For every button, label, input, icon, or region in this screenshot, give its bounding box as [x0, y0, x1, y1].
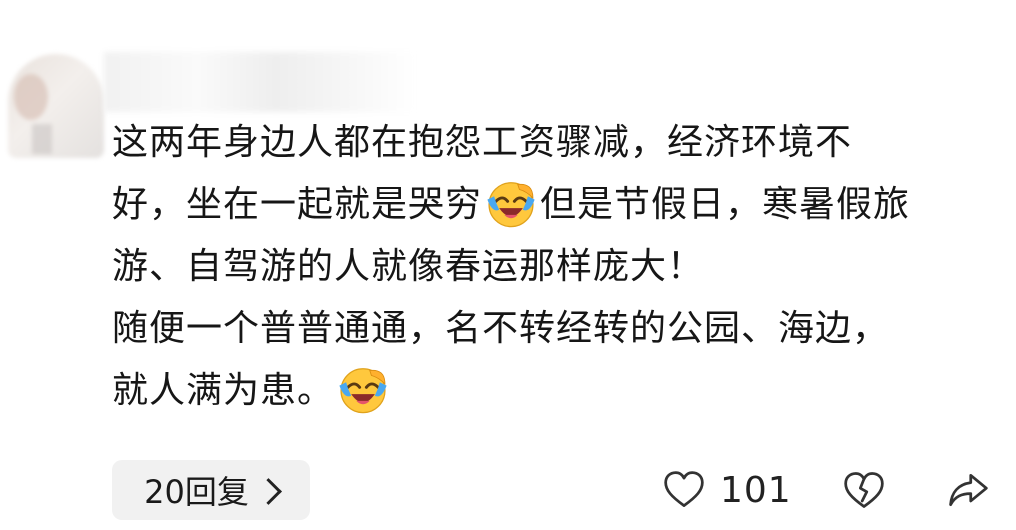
chevron-right-icon	[254, 477, 282, 505]
view-replies-button[interactable]: 20回复	[112, 460, 310, 520]
comment-text-segment: 这两年身边人都在抱怨工资骤减，经济环境不	[112, 122, 853, 163]
comment-text-segment: 就人满为患。	[112, 370, 335, 411]
laughing-tears-emoji-icon	[339, 368, 387, 414]
comment-text-segment: 游、自驾游的人就像春运那样庞大！	[112, 246, 705, 287]
like-button[interactable]: 101	[662, 466, 792, 514]
comment-card: 这两年身边人都在抱怨工资骤减，经济环境不 好，坐在一起就是哭穷 但是节假日，寒暑…	[0, 0, 1016, 530]
broken-heart-icon[interactable]	[842, 468, 886, 512]
share-arrow-icon[interactable]	[946, 468, 990, 512]
comment-text-segment: 随便一个普普通通，名不转经转的公园、海边，	[112, 308, 890, 349]
comment-line-1: 这两年身边人都在抱怨工资骤减，经济环境不	[112, 112, 992, 174]
comment-text-segment: 好，坐在一起就是哭穷	[112, 184, 483, 225]
comment-action-bar: 20回复 101	[112, 460, 992, 520]
comment-line-5: 就人满为患。	[112, 360, 992, 422]
reply-count-label: 20回复	[144, 473, 249, 511]
heart-outline-icon	[664, 471, 704, 507]
avatar[interactable]	[8, 54, 104, 158]
comment-text-segment: 但是节假日，寒暑假旅	[540, 184, 911, 225]
comment-line-3: 游、自驾游的人就像春运那样庞大！	[112, 236, 992, 298]
comment-line-4: 随便一个普普通通，名不转经转的公园、海边，	[112, 298, 992, 360]
comment-text: 这两年身边人都在抱怨工资骤减，经济环境不 好，坐在一起就是哭穷 但是节假日，寒暑…	[112, 112, 992, 422]
like-count: 101	[720, 469, 792, 511]
laughing-tears-emoji-icon	[487, 182, 535, 228]
username-blurred[interactable]	[104, 52, 416, 112]
comment-line-2: 好，坐在一起就是哭穷 但是节假日，寒暑假旅	[112, 174, 992, 236]
